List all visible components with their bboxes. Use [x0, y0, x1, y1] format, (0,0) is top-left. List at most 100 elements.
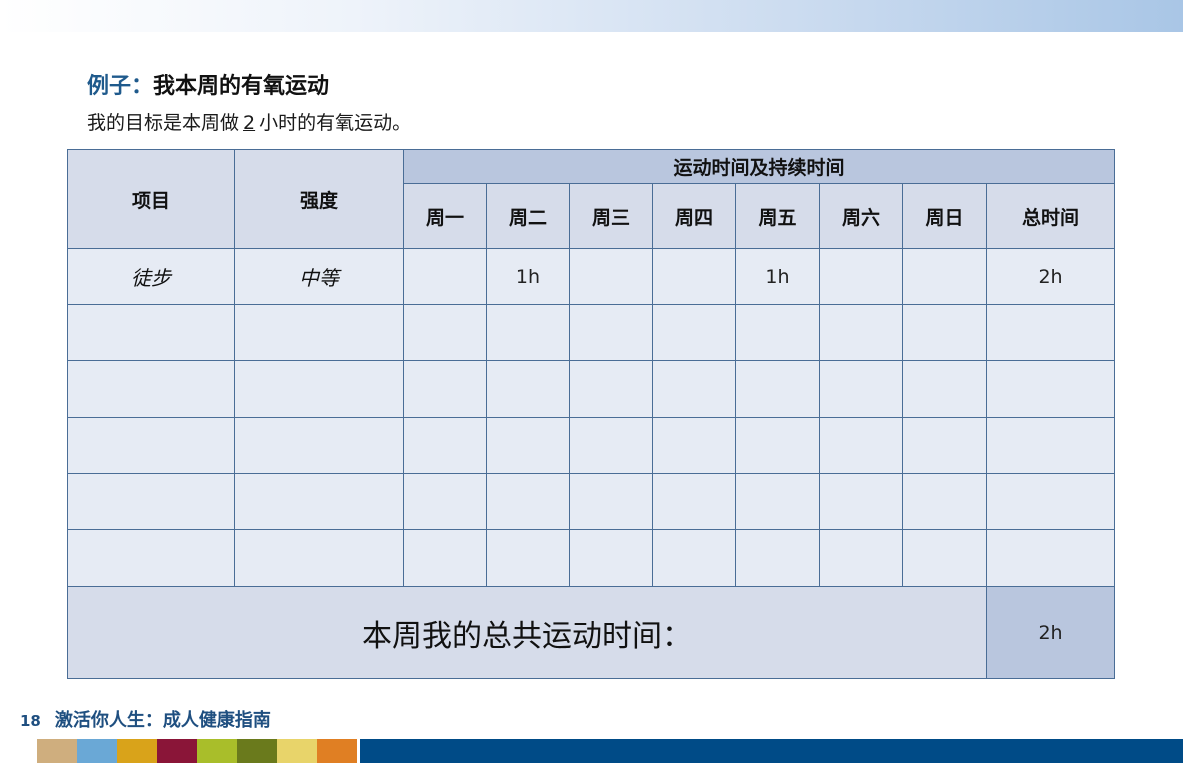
cell-day[interactable] [735, 417, 820, 474]
footer-stripe [157, 739, 197, 763]
goal-sentence: 我的目标是本周做 2 小时的有氧运动。 [87, 108, 411, 135]
cell-day[interactable] [403, 304, 487, 361]
cell-total[interactable] [985, 529, 1116, 587]
footer-stripe [77, 739, 117, 763]
cell-day[interactable] [569, 360, 653, 418]
cell-day[interactable] [569, 473, 653, 530]
footer-stripe [237, 739, 277, 763]
table-row [67, 529, 1116, 587]
header-intensity: 强度 [234, 149, 404, 249]
cell-day[interactable] [819, 473, 903, 530]
header-day: 周二 [486, 183, 570, 249]
table-row [67, 473, 1116, 530]
cell-total[interactable] [985, 473, 1116, 530]
cell-day[interactable] [652, 473, 736, 530]
cell-day[interactable] [569, 529, 653, 587]
cell-day[interactable] [819, 417, 903, 474]
goal-before: 我的目标是本周做 [87, 112, 240, 134]
cell-intensity[interactable] [234, 473, 404, 530]
cell-day[interactable]: 1h [735, 248, 820, 305]
cell-intensity[interactable] [234, 529, 404, 587]
cell-day[interactable] [735, 304, 820, 361]
cell-item[interactable]: 徒步 [67, 248, 235, 305]
cell-day[interactable] [902, 248, 987, 305]
header-item: 项目 [67, 149, 235, 249]
table-row: 徒步 中等 1h 1h 2h [67, 248, 1116, 305]
cell-day[interactable] [569, 248, 653, 305]
cell-day[interactable] [486, 304, 570, 361]
cell-day[interactable] [569, 304, 653, 361]
cell-intensity[interactable] [234, 360, 404, 418]
cell-day[interactable] [735, 473, 820, 530]
cell-item[interactable] [67, 304, 235, 361]
cell-day[interactable] [486, 417, 570, 474]
cell-day[interactable] [486, 529, 570, 587]
cell-day[interactable] [819, 529, 903, 587]
cell-item[interactable] [67, 529, 235, 587]
header-day: 周五 [735, 183, 820, 249]
header-day: 周四 [652, 183, 736, 249]
cell-day[interactable] [652, 360, 736, 418]
cell-day[interactable] [819, 248, 903, 305]
cell-item[interactable] [67, 473, 235, 530]
cell-day[interactable] [403, 473, 487, 530]
title-main: 我本周的有氧运动 [153, 74, 330, 99]
page-title: 例子：我本周的有氧运动 [87, 68, 329, 100]
cell-day[interactable] [819, 360, 903, 418]
cell-day[interactable] [902, 360, 987, 418]
header-day: 周三 [569, 183, 653, 249]
header-day: 周六 [819, 183, 903, 249]
footer-stripe [117, 739, 157, 763]
weekly-total-value: 2h [985, 586, 1116, 679]
table-row [67, 417, 1116, 474]
header-day: 周一 [403, 183, 487, 249]
footer-stripe [317, 739, 357, 763]
title-prefix: 例子： [87, 74, 154, 99]
cell-total[interactable]: 2h [985, 248, 1116, 305]
cell-total[interactable] [985, 304, 1116, 361]
cell-day[interactable] [403, 529, 487, 587]
cell-day[interactable] [902, 529, 987, 587]
cell-day[interactable] [403, 360, 487, 418]
cell-day[interactable] [652, 529, 736, 587]
goal-value: 2 [243, 112, 256, 134]
cell-item[interactable] [67, 417, 235, 474]
cell-intensity[interactable] [234, 417, 404, 474]
header-total: 总时间 [985, 183, 1116, 249]
cell-day[interactable] [403, 248, 487, 305]
book-title: 激活你人生：成人健康指南 [54, 710, 271, 731]
page-number: 18 [20, 712, 41, 730]
cell-day[interactable] [735, 360, 820, 418]
cell-total[interactable] [985, 360, 1116, 418]
footer: 18 激活你人生：成人健康指南 [20, 706, 271, 732]
cell-day[interactable]: 1h [486, 248, 570, 305]
cell-day[interactable] [569, 417, 653, 474]
cell-day[interactable] [652, 304, 736, 361]
activity-log-table: 项目 强度 运动时间及持续时间 周一 周二 周三 周四 周五 周六 周日 总时间 徒步 中等 1h… [67, 149, 1116, 679]
cell-day[interactable] [486, 360, 570, 418]
cell-day[interactable] [486, 473, 570, 530]
cell-day[interactable] [819, 304, 903, 361]
footer-stripe [277, 739, 317, 763]
top-gradient-band [0, 0, 1183, 32]
cell-total[interactable] [985, 417, 1116, 474]
cell-day[interactable] [652, 248, 736, 305]
cell-intensity[interactable] [234, 304, 404, 361]
cell-day[interactable] [902, 417, 987, 474]
weekly-total-label: 本周我的总共运动时间： [67, 586, 987, 679]
cell-day[interactable] [902, 473, 987, 530]
footer-stripe-gap [0, 739, 37, 763]
cell-intensity[interactable]: 中等 [234, 248, 404, 305]
goal-after: 小时的有氧运动。 [259, 112, 412, 134]
cell-day[interactable] [652, 417, 736, 474]
footer-bottom-bar [360, 739, 1183, 763]
cell-day[interactable] [403, 417, 487, 474]
header-day: 周日 [902, 183, 987, 249]
footer-stripe [37, 739, 77, 763]
table-row [67, 304, 1116, 361]
cell-day[interactable] [735, 529, 820, 587]
cell-day[interactable] [902, 304, 987, 361]
cell-item[interactable] [67, 360, 235, 418]
table-row [67, 360, 1116, 418]
footer-stripe [197, 739, 237, 763]
